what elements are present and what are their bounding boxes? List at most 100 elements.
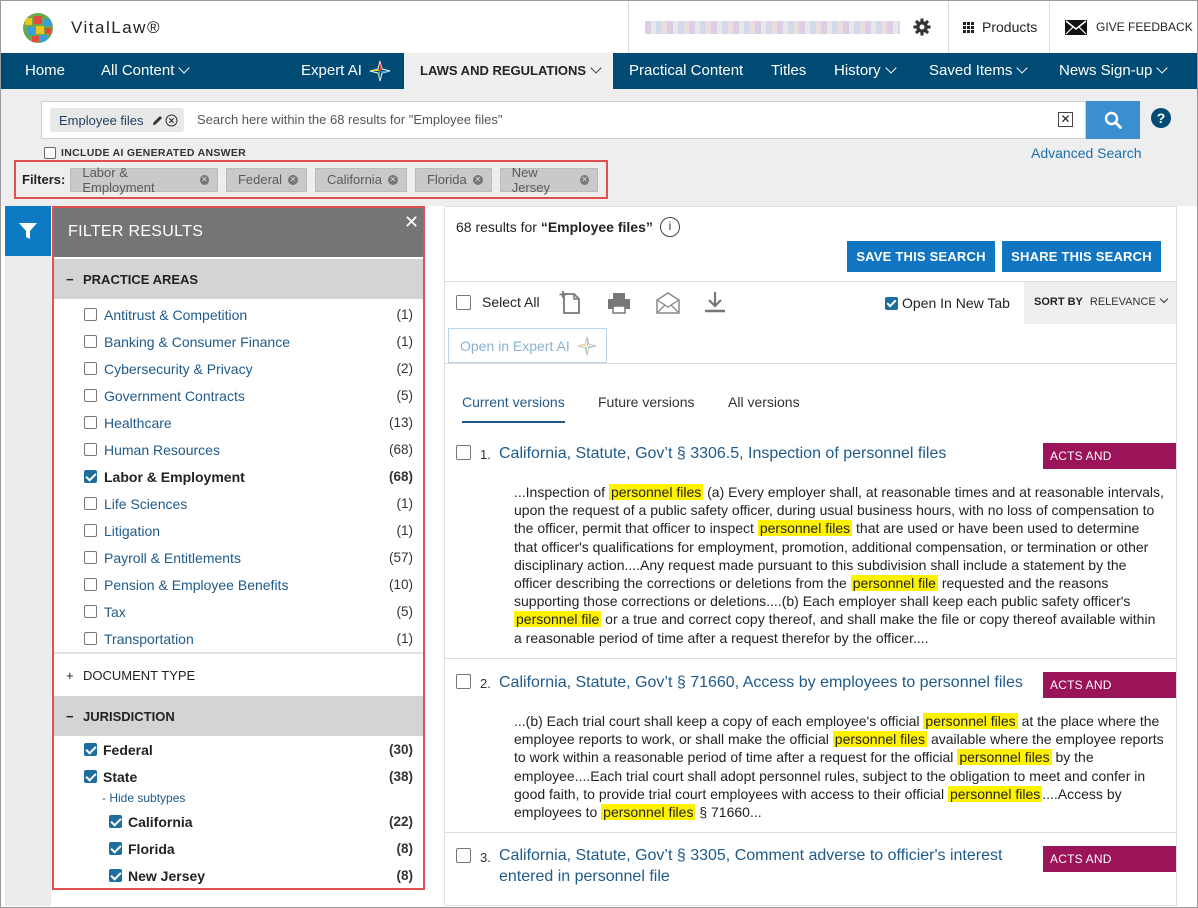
practice-area-label[interactable]: Litigation [104,523,160,539]
section-jurisdiction[interactable]: − JURISDICTION [54,696,423,736]
nav-practical-content[interactable]: Practical Content [629,53,743,89]
checkbox[interactable] [84,308,97,321]
practice-area-label[interactable]: Human Resources [104,442,220,458]
jurisdiction-label[interactable]: New Jersey [128,868,205,884]
checkbox-checked[interactable] [885,296,898,310]
practice-area-item[interactable]: Government Contracts (5) [54,382,423,409]
save-search-button[interactable]: SAVE THIS SEARCH [847,241,995,272]
remove-filter-icon[interactable]: ✕ [472,174,483,185]
checkbox[interactable] [84,551,97,564]
remove-filter-icon[interactable]: ✕ [579,174,589,185]
checkbox[interactable] [84,524,97,537]
practice-area-item[interactable]: Pension & Employee Benefits (10) [54,571,423,598]
remove-filter-icon[interactable]: ✕ [199,174,209,185]
products-button[interactable]: Products [948,1,1049,53]
help-icon[interactable]: ? [1151,108,1171,128]
result-checkbox[interactable] [456,674,471,689]
checkbox-checked[interactable] [109,842,122,855]
result-checkbox[interactable] [456,848,471,863]
gear-icon[interactable] [913,18,931,36]
result-checkbox[interactable] [456,445,471,460]
open-in-expert-ai-button[interactable]: Open in Expert AI [448,328,607,363]
practice-area-item[interactable]: Banking & Consumer Finance (1) [54,328,423,355]
checkbox[interactable] [84,362,97,375]
practice-area-item[interactable]: Tax (5) [54,598,423,625]
checkbox[interactable] [84,335,97,348]
search-query-chip[interactable]: Employee files [50,108,184,132]
tab-all-versions[interactable]: All versions [728,394,800,410]
jurisdiction-label[interactable]: Federal [103,742,153,758]
practice-area-label[interactable]: Healthcare [104,415,172,431]
filter-chip[interactable]: Florida ✕ [414,167,492,192]
user-account[interactable] [628,1,948,53]
jurisdiction-label[interactable]: California [128,814,193,830]
practice-area-label[interactable]: Payroll & Entitlements [104,550,241,566]
logo[interactable]: VitalLaw® [23,13,161,43]
practice-area-item[interactable]: Litigation (1) [54,517,423,544]
ai-answer-checkbox-box[interactable] [44,147,56,159]
checkbox[interactable] [84,632,97,645]
practice-area-label[interactable]: Cybersecurity & Privacy [104,361,253,377]
nav-history[interactable]: History [834,53,897,89]
jurisdiction-label[interactable]: State [103,769,137,785]
result-title-link[interactable]: California, Statute, Gov’t § 3305, Comme… [499,845,1029,887]
jurisdiction-item[interactable]: Federal (30) [54,736,423,763]
filter-chip[interactable]: California ✕ [315,167,407,192]
filter-toggle-button[interactable] [5,206,51,256]
pencil-icon[interactable] [151,114,164,127]
practice-area-item[interactable]: Healthcare (13) [54,409,423,436]
remove-chip-icon[interactable] [165,114,178,127]
practice-area-item[interactable]: Life Sciences (1) [54,490,423,517]
clear-search-icon[interactable]: ✕ [1058,112,1073,127]
download-icon[interactable] [702,290,728,316]
remove-filter-icon[interactable]: ✕ [288,174,299,185]
print-icon[interactable] [606,290,632,316]
jurisdiction-subitem[interactable]: California (22) [54,808,423,835]
section-practice-areas[interactable]: − PRACTICE AREAS [54,259,423,299]
practice-area-label[interactable]: Antitrust & Competition [104,307,247,323]
jurisdiction-subitem[interactable]: New Jersey (8) [54,862,423,888]
remove-filter-icon[interactable]: ✕ [387,174,398,185]
tab-future-versions[interactable]: Future versions [598,394,694,410]
checkbox[interactable] [84,578,97,591]
checkbox-checked[interactable] [109,869,122,882]
checkbox-checked[interactable] [84,770,97,783]
info-icon[interactable]: i [660,217,680,237]
include-ai-answer-checkbox[interactable]: INCLUDE AI GENERATED ANSWER [44,147,246,159]
filter-chip[interactable]: New Jersey ✕ [499,165,598,195]
practice-area-label[interactable]: Government Contracts [104,388,245,404]
practice-area-label[interactable]: Labor & Employment [104,469,245,485]
practice-area-item[interactable]: Cybersecurity & Privacy (2) [54,355,423,382]
email-icon[interactable] [655,290,681,316]
section-document-type[interactable]: + DOCUMENT TYPE [54,655,423,695]
nav-saved-items[interactable]: Saved Items [929,53,1029,89]
filter-chip[interactable]: Federal ✕ [225,167,308,192]
result-title-link[interactable]: California, Statute, Gov’t § 71660, Acce… [499,672,1059,693]
jurisdiction-subitem[interactable]: Florida (8) [54,835,423,862]
nav-news-signup[interactable]: News Sign-up [1059,53,1169,89]
advanced-search-link[interactable]: Advanced Search [1031,145,1142,161]
nav-expert-ai[interactable]: Expert AI [301,53,391,89]
checkbox[interactable] [84,605,97,618]
jurisdiction-label[interactable]: Florida [128,841,175,857]
tab-current-versions[interactable]: Current versions [462,394,565,423]
add-document-icon[interactable] [559,290,585,316]
give-feedback-button[interactable]: GIVE FEEDBACK [1049,1,1197,53]
practice-area-label[interactable]: Banking & Consumer Finance [104,334,290,350]
practice-area-item[interactable]: Transportation (1) [54,625,423,652]
checkbox[interactable] [84,416,97,429]
open-in-new-tab-checkbox[interactable]: Open In New Tab [885,295,1010,311]
practice-area-label[interactable]: Pension & Employee Benefits [104,577,288,593]
checkbox-checked[interactable] [84,743,97,756]
jurisdiction-item[interactable]: State (38) [54,763,423,790]
checkbox[interactable] [84,497,97,510]
practice-area-item[interactable]: Human Resources (68) [54,436,423,463]
select-all[interactable]: Select All [456,294,540,310]
practice-area-item[interactable]: Antitrust & Competition (1) [54,301,423,328]
checkbox-checked[interactable] [84,470,97,483]
practice-area-label[interactable]: Transportation [104,631,194,647]
practice-area-item[interactable]: Payroll & Entitlements (57) [54,544,423,571]
nav-laws-and-regulations[interactable]: LAWS AND REGULATIONS [404,53,613,89]
hide-subtypes-link[interactable]: - Hide subtypes [102,791,185,805]
checkbox-checked[interactable] [109,815,122,828]
